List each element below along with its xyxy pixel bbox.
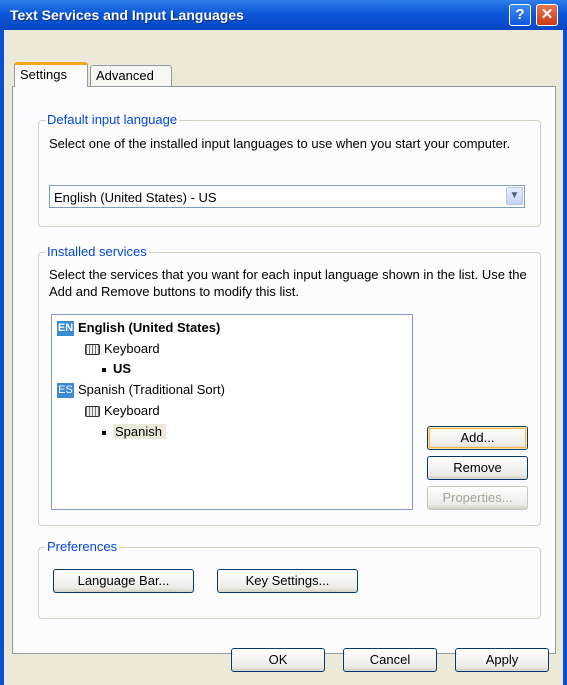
default-input-value: English (United States) - US	[54, 190, 217, 205]
installed-services-group: Installed services Select the services t…	[38, 244, 541, 526]
layout-name: US	[113, 361, 132, 376]
dialog-window: Text Services and Input Languages ? ✕ Se…	[0, 0, 567, 685]
window-title: Text Services and Input Languages	[10, 7, 244, 23]
ok-button[interactable]: OK	[231, 648, 325, 672]
key-settings-button[interactable]: Key Settings...	[217, 569, 358, 593]
dialog-client: Settings Advanced Default input language…	[4, 30, 563, 685]
list-item[interactable]: Keyboard	[85, 402, 160, 420]
keyboard-icon	[85, 344, 100, 356]
language-badge: ES	[57, 383, 74, 399]
language-bar-button-label: Language Bar...	[77, 573, 170, 588]
installed-services-description: Select the services that you want for ea…	[49, 267, 527, 299]
properties-button-label: Properties...	[442, 490, 513, 505]
language-bar-button[interactable]: Language Bar...	[53, 569, 194, 593]
key-settings-button-label: Key Settings...	[245, 573, 330, 588]
bullet-icon	[102, 430, 106, 435]
list-item[interactable]: US	[102, 360, 131, 378]
language-badge: EN	[57, 321, 74, 337]
list-item[interactable]: EN English (United States)	[57, 319, 220, 337]
cancel-button-label: Cancel	[369, 652, 411, 667]
default-input-dropdown[interactable]: English (United States) - US ▼	[49, 185, 525, 208]
language-name: Spanish (Traditional Sort)	[78, 382, 225, 397]
cancel-button[interactable]: Cancel	[343, 648, 437, 672]
tab-advanced[interactable]: Advanced	[90, 65, 172, 87]
preferences-legend: Preferences	[45, 539, 120, 554]
keyboard-icon	[85, 406, 100, 418]
list-item[interactable]: Spanish	[102, 423, 166, 441]
default-input-legend: Default input language	[45, 112, 180, 127]
remove-button-label: Remove	[453, 460, 502, 475]
help-button[interactable]: ?	[509, 4, 531, 26]
layout-name: Spanish	[113, 424, 166, 439]
apply-button-label: Apply	[485, 652, 519, 667]
tab-settings-label: Settings	[20, 67, 67, 82]
ok-button-label: OK	[268, 652, 288, 667]
add-button-label: Add...	[460, 430, 495, 445]
default-input-description: Select one of the installed input langua…	[49, 136, 511, 151]
installed-services-legend: Installed services	[45, 244, 149, 259]
properties-button[interactable]: Properties...	[427, 486, 528, 510]
services-tree-list[interactable]: EN English (United States) Keyboard US ES…	[51, 314, 413, 510]
list-item[interactable]: ES Spanish (Traditional Sort)	[57, 381, 225, 399]
list-item[interactable]: Keyboard	[85, 340, 160, 358]
apply-button[interactable]: Apply	[455, 648, 549, 672]
tab-settings[interactable]: Settings	[14, 62, 88, 87]
preferences-group: Preferences Language Bar... Key Settings…	[38, 539, 541, 619]
settings-panel: Default input language Select one of the…	[12, 86, 556, 654]
close-button[interactable]: ✕	[536, 4, 558, 26]
service-name: Keyboard	[104, 403, 160, 418]
service-name: Keyboard	[104, 341, 160, 356]
tab-advanced-label: Advanced	[96, 68, 154, 83]
language-name: English (United States)	[78, 320, 221, 335]
add-button[interactable]: Add...	[427, 426, 528, 450]
chevron-down-icon[interactable]: ▼	[506, 187, 523, 205]
bullet-icon	[102, 367, 106, 372]
remove-button[interactable]: Remove	[427, 456, 528, 480]
default-input-group: Default input language Select one of the…	[38, 112, 541, 227]
title-bar[interactable]: Text Services and Input Languages ? ✕	[0, 0, 567, 30]
